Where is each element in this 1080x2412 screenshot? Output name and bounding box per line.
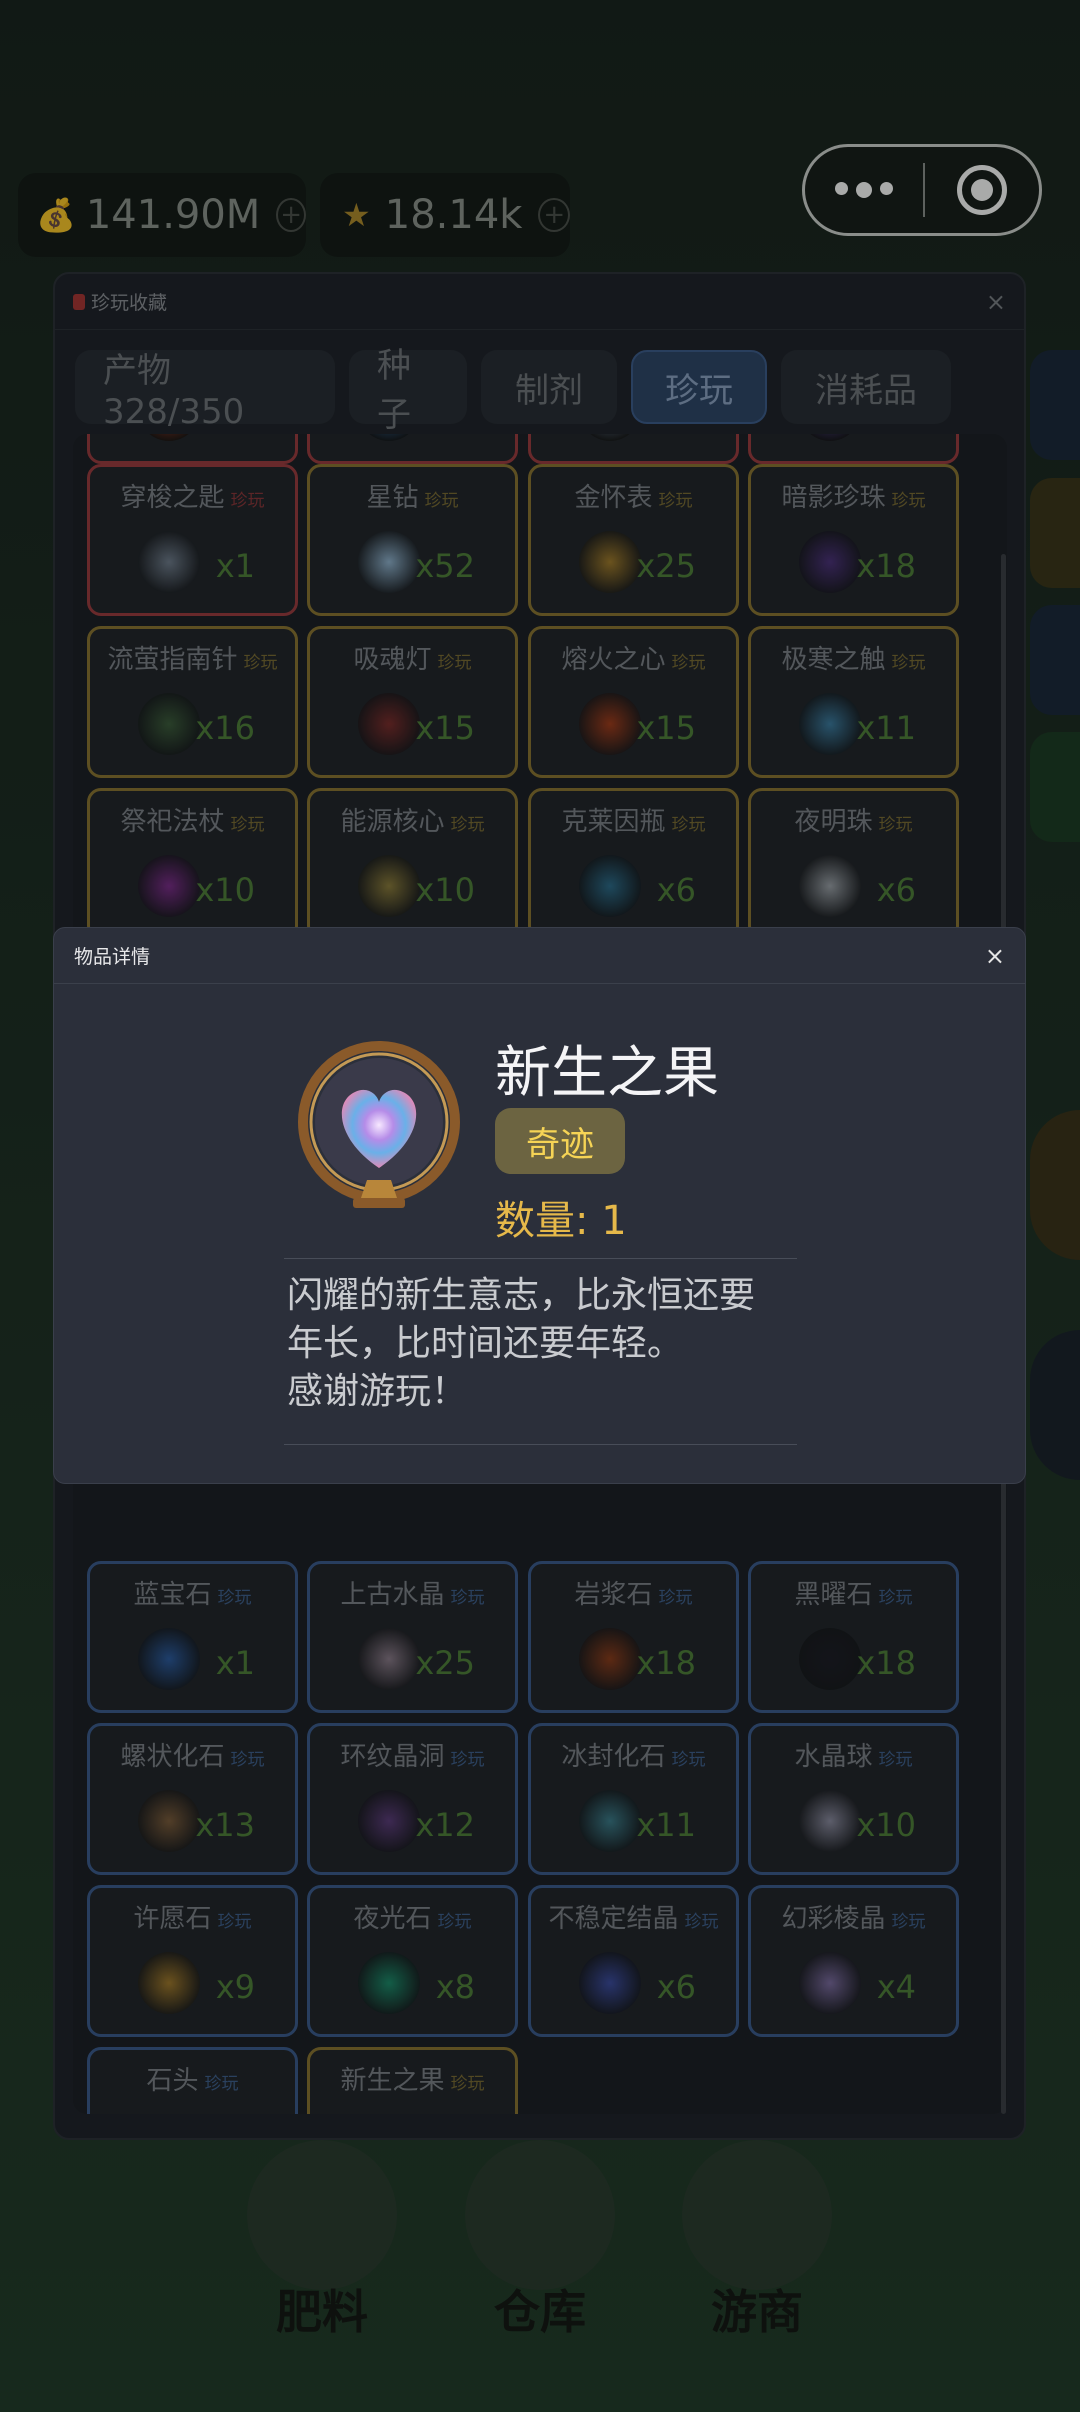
- item-quantity: 数量: 1: [495, 1198, 627, 1244]
- item-detail-modal: 物品详情 × 新生之果 奇迹 数量: 1 闪耀的新生意志，比永恒还要 年长，比时…: [53, 927, 1026, 1484]
- item-detail-close-button[interactable]: ×: [985, 942, 1005, 970]
- item-description-line-2: 年长，比时间还要年轻。: [287, 1323, 684, 1364]
- item-description-line-3: 感谢游玩！: [287, 1371, 468, 1412]
- rarity-badge: 奇迹: [495, 1108, 625, 1174]
- item-detail-title: 物品详情: [74, 946, 151, 968]
- rebirth-fruit-icon: [298, 1041, 460, 1208]
- divider-top: [284, 1258, 797, 1259]
- item-detail-header: 物品详情 ×: [54, 928, 1025, 984]
- divider-bottom: [284, 1444, 797, 1445]
- item-description-line-1: 闪耀的新生意志，比永恒还要: [287, 1275, 756, 1316]
- item-name: 新生之果: [495, 1041, 719, 1106]
- item-description: 闪耀的新生意志，比永恒还要 年长，比时间还要年轻。 感谢游玩！: [287, 1272, 807, 1416]
